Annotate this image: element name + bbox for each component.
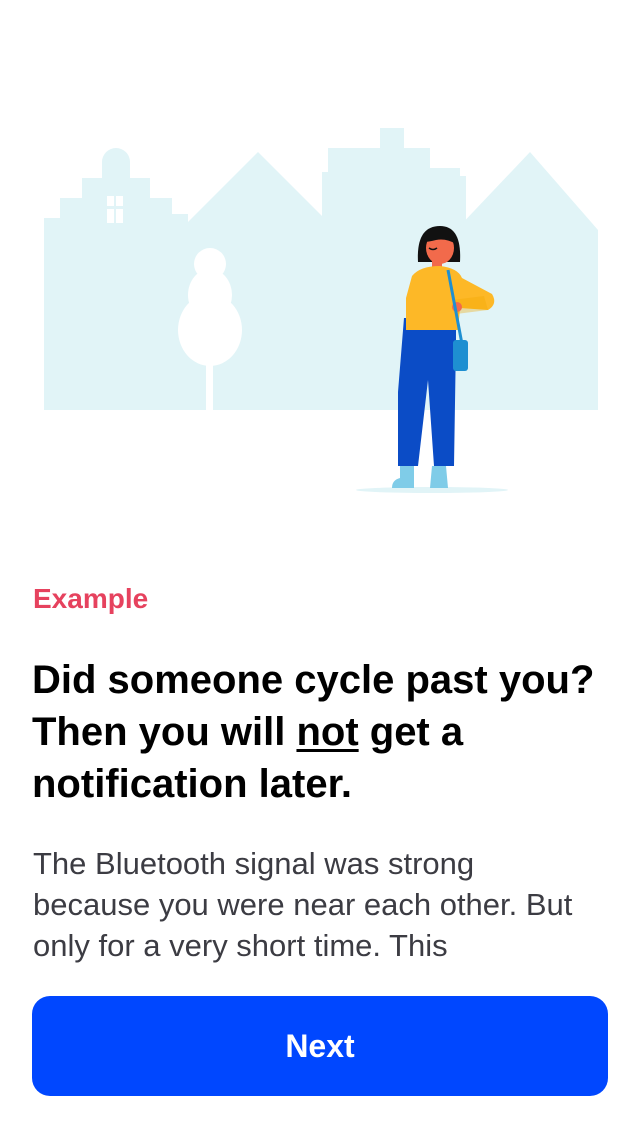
- next-button[interactable]: Next: [32, 996, 608, 1096]
- example-label: Example: [33, 583, 149, 614]
- street-illustration: [44, 128, 598, 493]
- explanation-text: The Bluetooth signal was strong because …: [33, 846, 573, 963]
- headline-emphasis: not: [296, 710, 359, 754]
- buildings-background: [44, 128, 598, 410]
- headline: Did someone cycle past you? Then you wil…: [32, 654, 612, 810]
